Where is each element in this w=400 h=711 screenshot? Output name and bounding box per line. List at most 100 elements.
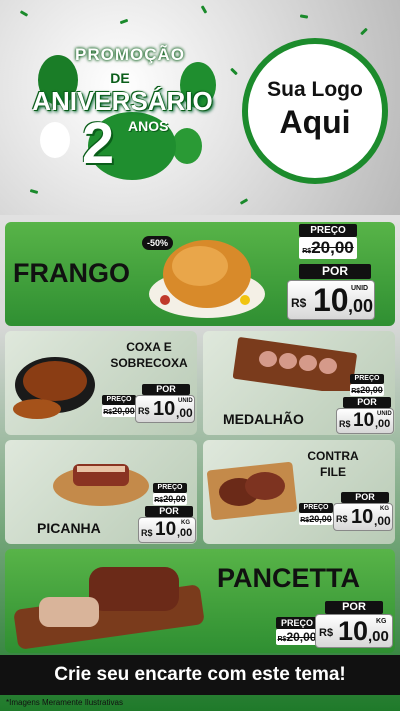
- new-price-int: 10: [153, 398, 176, 420]
- preco-label: PREÇO: [299, 503, 333, 513]
- new-price: R$ 10 ,00 UNID: [135, 395, 195, 423]
- por-label: POR: [145, 506, 193, 517]
- old-price: R$20,00: [350, 384, 384, 396]
- promo-de: DE: [110, 70, 130, 86]
- por-label: POR: [341, 492, 389, 503]
- product-name-contrafile: CONTRA FILE: [303, 448, 363, 480]
- product-name-medalhao: MEDALHÃO: [223, 411, 304, 427]
- old-currency: R$: [154, 497, 164, 504]
- new-price-dec: ,00: [368, 628, 389, 645]
- new-currency: R$: [336, 514, 348, 524]
- new-price-int: 10: [155, 519, 177, 540]
- old-value: 20,00: [311, 238, 354, 257]
- promo-anos: ANOS: [128, 118, 169, 134]
- product-card-contrafile[interactable]: CONTRA FILE PREÇO R$20,00 POR R$ 10 ,00 …: [203, 440, 395, 544]
- unit-label: KG: [380, 506, 389, 512]
- product-name-pancetta: PANCETTA: [217, 563, 360, 593]
- old-currency: R$: [300, 517, 310, 524]
- old-value: 20,00: [360, 385, 383, 395]
- new-price-int: 10: [353, 410, 375, 431]
- unit-label: UNID: [377, 411, 392, 417]
- contrafile-board-image: [207, 462, 297, 520]
- product-card-pancetta[interactable]: PANCETTA PREÇO R$20,00 POR R$ 10 ,00 KG: [5, 549, 395, 653]
- por-label: POR: [343, 397, 391, 408]
- promo-number: 2: [81, 111, 115, 176]
- confetti: [239, 198, 249, 205]
- unit-label: KG: [181, 520, 190, 526]
- preco-label: PREÇO: [153, 483, 187, 493]
- product-card-medalhao[interactable]: PREÇO R$20,00 MEDALHÃO POR R$ 10 ,00 UNI…: [203, 331, 395, 435]
- por-label: POR: [142, 384, 190, 395]
- old-value: 20,00: [286, 630, 317, 644]
- product-name-line2: SOBRECOXA: [110, 356, 188, 370]
- logo-line2: Aqui: [279, 104, 351, 140]
- cta-banner[interactable]: Crie seu encarte com este tema!: [0, 655, 400, 695]
- new-price-int: 10: [313, 282, 349, 318]
- confetti: [299, 14, 309, 19]
- discount-badge: -50%: [142, 236, 174, 250]
- preco-label: PREÇO: [276, 617, 318, 629]
- old-price: R$20,00: [153, 493, 187, 505]
- new-currency: R$: [339, 419, 351, 429]
- product-name-line1: CONTRA: [307, 449, 359, 463]
- old-value: 20,00: [309, 514, 332, 524]
- new-currency: R$: [291, 296, 307, 310]
- product-name-picanha: PICANHA: [37, 520, 101, 536]
- old-price: R$20,00: [102, 405, 136, 417]
- confetti: [29, 189, 39, 194]
- disclaimer: *Imagens Meramente Ilustrativas: [6, 698, 123, 707]
- old-currency: R$: [351, 388, 361, 395]
- new-price: R$ 10 ,00 KG: [138, 517, 196, 543]
- por-label: POR: [325, 601, 383, 614]
- old-currency: R$: [302, 248, 312, 255]
- product-card-coxa[interactable]: COXA E SOBRECOXA PREÇO R$20,00 POR R$ 10…: [5, 331, 197, 435]
- preco-label: PREÇO: [350, 374, 384, 384]
- new-currency: R$: [319, 627, 334, 639]
- old-price: R$20,00: [299, 237, 357, 259]
- confetti: [230, 67, 238, 76]
- new-currency: R$: [141, 528, 153, 538]
- picanha-board-image: [53, 464, 149, 506]
- unit-label: KG: [376, 618, 387, 625]
- product-name-frango: FRANGO: [13, 258, 130, 288]
- balloon-icon: [40, 122, 70, 158]
- confetti: [119, 18, 129, 25]
- new-currency: R$: [138, 406, 150, 416]
- logo-line1: Sua Logo: [267, 78, 363, 101]
- unit-label: UNID: [178, 398, 193, 404]
- new-price-dec: ,00: [177, 527, 193, 539]
- confetti: [19, 10, 29, 17]
- medalhao-skewers-image: [233, 337, 357, 391]
- new-price-dec: ,00: [375, 418, 391, 430]
- por-label: POR: [299, 264, 371, 279]
- new-price: R$ 10 ,00 KG: [315, 614, 393, 648]
- new-price-int: 10: [338, 616, 369, 646]
- pancetta-board-image: [14, 567, 204, 649]
- confetti: [200, 5, 208, 14]
- new-price: R$ 10 ,00 KG: [333, 503, 393, 531]
- promo-title: PROMOÇÃO: [75, 45, 185, 64]
- new-price: R$ 10 ,00 UNID: [336, 408, 394, 434]
- chicken-leg-pan-image: [13, 357, 95, 419]
- old-value: 20,00: [163, 494, 186, 504]
- confetti: [360, 27, 368, 36]
- product-card-picanha[interactable]: PREÇO R$20,00 PICANHA POR R$ 10 ,00 KG: [5, 440, 197, 544]
- product-name-line2: FILE: [320, 465, 346, 479]
- new-price-dec: ,00: [176, 406, 193, 420]
- logo-placeholder: Sua Logo Aqui: [242, 38, 388, 184]
- old-price: R$20,00: [299, 513, 333, 525]
- new-price: R$ 10 ,00 UNID: [287, 280, 375, 320]
- header: PROMOÇÃO DE ANIVERSÁRIO 2 ANOS Sua Logo …: [0, 0, 400, 215]
- old-currency: R$: [103, 409, 113, 416]
- new-price-int: 10: [351, 506, 374, 528]
- new-price-dec: ,00: [348, 296, 374, 316]
- cta-text: Crie seu encarte com este tema!: [54, 664, 346, 685]
- new-price-dec: ,00: [374, 514, 391, 528]
- preco-label: PREÇO: [102, 395, 136, 405]
- product-name-coxa: COXA E SOBRECOXA: [101, 339, 197, 371]
- preco-label: PREÇO: [299, 224, 357, 237]
- product-card-frango[interactable]: -50% FRANGO PREÇO R$20,00 POR R$ 10 ,00 …: [5, 222, 395, 326]
- unit-label: UNID: [351, 285, 369, 292]
- product-name-line1: COXA E: [126, 340, 172, 354]
- old-value: 20,00: [112, 406, 135, 416]
